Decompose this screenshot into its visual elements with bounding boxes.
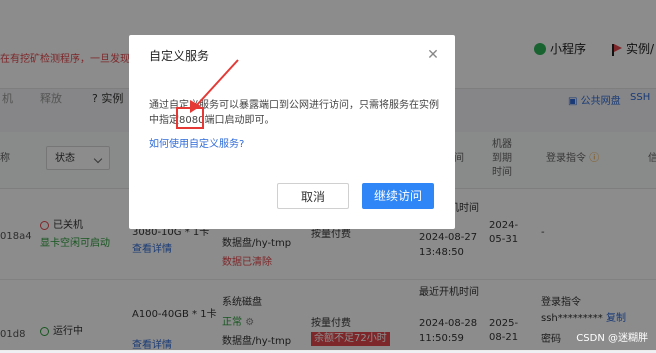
dialog-title: 自定义服务	[149, 49, 210, 63]
continue-button[interactable]: 继续访问	[362, 183, 434, 209]
close-icon[interactable]: ✕	[427, 48, 439, 62]
watermark: CSDN @迷糊胖	[576, 333, 648, 344]
cancel-button[interactable]: 取消	[277, 183, 349, 209]
port-highlight-box	[176, 107, 204, 129]
how-to-use-link[interactable]: 如何使用自定义服务?	[149, 135, 244, 150]
custom-service-dialog: 自定义服务 ✕ 通过自定义服务可以暴露端口到公网进行访问，只需将服务在实例中指定…	[129, 35, 455, 229]
